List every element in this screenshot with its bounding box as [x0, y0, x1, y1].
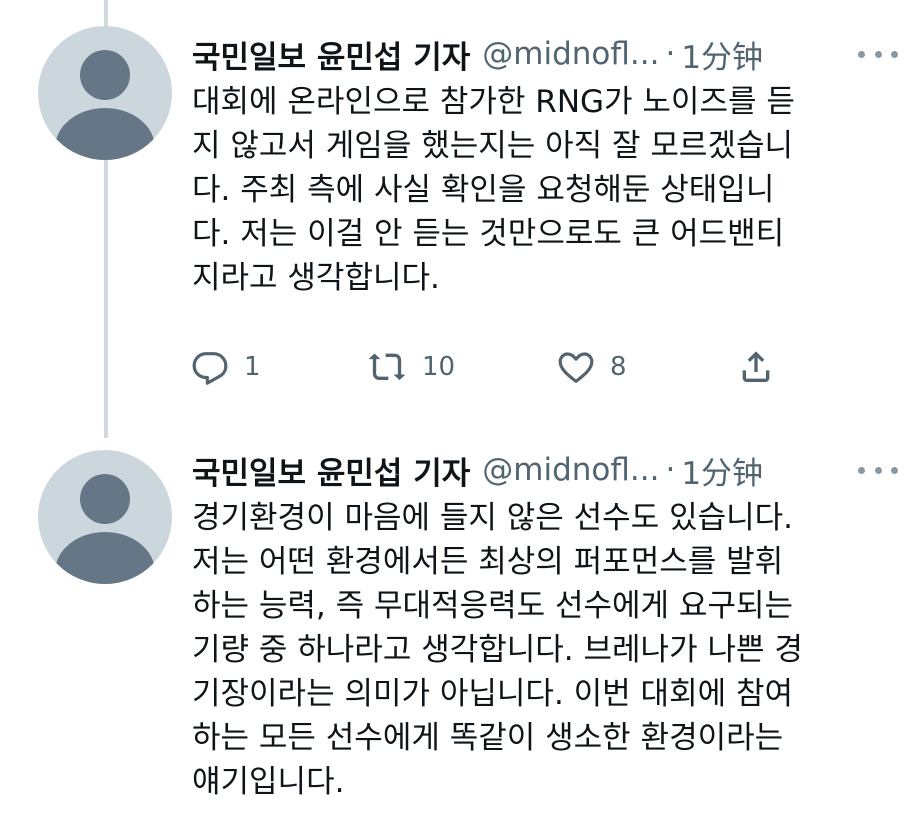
avatar-body-shape — [55, 108, 155, 160]
default-avatar-icon — [80, 50, 130, 100]
separator-dot: · — [665, 452, 676, 488]
share-icon — [742, 351, 770, 382]
reply-count: 1 — [244, 352, 261, 382]
more-icon[interactable] — [858, 44, 898, 64]
author-handle[interactable]: @midnofl... — [482, 452, 659, 488]
tweet-text: 경기환경이 마음에 들지 않은 선수도 있습니다. 저는 어떤 환경에서든 최상… — [192, 500, 803, 800]
retweet-count: 10 — [422, 352, 456, 382]
tweet-text: 대회에 온라인으로 참가한 RNG가 노이즈를 듣 지 않고서 게임을 했는지는… — [192, 84, 795, 296]
retweet-icon — [368, 353, 406, 381]
author-handle[interactable]: @midnofl... — [482, 36, 659, 72]
tweet-actions: 1 10 8 — [190, 343, 890, 391]
avatar-body-shape — [55, 532, 155, 584]
reply-icon — [192, 352, 228, 385]
reply-button[interactable]: 1 — [190, 343, 261, 391]
tweet-header: 국민일보 윤민섭 기자 @midnofl... · 1分钟 — [192, 448, 763, 492]
share-button[interactable] — [736, 343, 776, 391]
avatar[interactable] — [38, 26, 172, 160]
retweet-button[interactable]: 10 — [366, 343, 455, 391]
tweet-header: 국민일보 윤민섭 기자 @midnofl... · 1分钟 — [192, 32, 763, 76]
more-icon[interactable] — [858, 460, 898, 480]
author-name[interactable]: 국민일보 윤민섭 기자 — [192, 32, 470, 77]
avatar[interactable] — [38, 450, 172, 584]
heart-icon — [558, 352, 594, 383]
tweet-time[interactable]: 1分钟 — [681, 32, 763, 77]
default-avatar-icon — [80, 474, 130, 524]
separator-dot: · — [665, 36, 676, 72]
tweet-time[interactable]: 1分钟 — [681, 448, 763, 493]
like-count: 8 — [610, 352, 627, 382]
author-name[interactable]: 국민일보 윤민섭 기자 — [192, 448, 470, 493]
like-button[interactable]: 8 — [556, 343, 627, 391]
